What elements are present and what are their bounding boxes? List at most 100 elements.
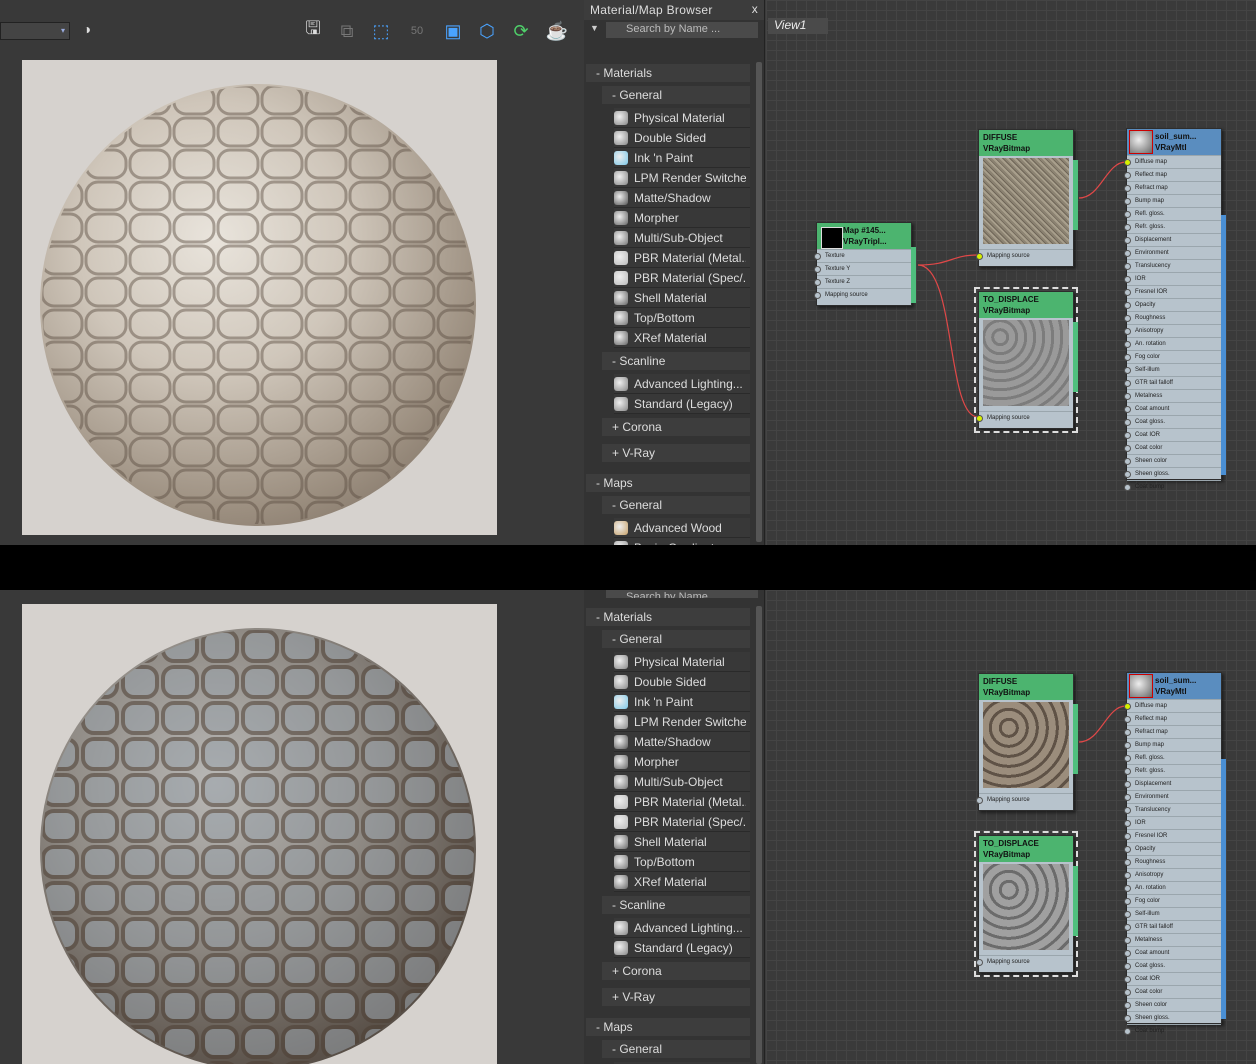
- list-item[interactable]: XRef Material: [614, 328, 750, 348]
- teapot-icon[interactable]: ☕: [544, 18, 570, 44]
- port-dot[interactable]: [1124, 859, 1131, 866]
- port-dot[interactable]: [1124, 1015, 1131, 1022]
- port-dot[interactable]: [1124, 237, 1131, 244]
- port-row[interactable]: Coat IOR: [1124, 428, 1221, 441]
- port-dot[interactable]: [1124, 729, 1131, 736]
- port-row[interactable]: Fog color: [1124, 894, 1221, 907]
- port-row[interactable]: Self-illum: [1124, 363, 1221, 376]
- port-row[interactable]: Translucency: [1124, 803, 1221, 816]
- list-item[interactable]: Advanced Lighting...: [614, 374, 750, 394]
- list-item[interactable]: Ink 'n Paint: [614, 148, 750, 168]
- port-row[interactable]: Sheen gloss.: [1124, 1011, 1221, 1024]
- node-triplanar[interactable]: Map #145... VRayTripl... Texture Texture…: [814, 222, 916, 306]
- save-icon[interactable]: 🖫: [300, 18, 326, 44]
- port-dot[interactable]: [1124, 807, 1131, 814]
- list-item[interactable]: Standard (Legacy): [614, 394, 750, 414]
- port-row[interactable]: Bump map: [1124, 194, 1221, 207]
- port-row[interactable]: GTR tail falloff: [1124, 376, 1221, 389]
- node-vraymtl[interactable]: soil_sum... VRayMtl Diffuse map Reflect m…: [1124, 128, 1226, 491]
- port-mapping-source[interactable]: Mapping source: [976, 411, 1073, 424]
- port-row[interactable]: Environment: [1124, 246, 1221, 259]
- tab-view1[interactable]: View1: [768, 18, 828, 34]
- port-row[interactable]: Fresnel IOR: [1124, 285, 1221, 298]
- port-dot[interactable]: [1124, 315, 1131, 322]
- port-dot[interactable]: [1124, 276, 1131, 283]
- port-row[interactable]: Anisotropy: [1124, 868, 1221, 881]
- port-dot[interactable]: [1124, 185, 1131, 192]
- port-row[interactable]: Fresnel IOR: [1124, 829, 1221, 842]
- category-maps[interactable]: - Maps: [586, 474, 750, 492]
- port-dot[interactable]: [1124, 380, 1131, 387]
- category-vray[interactable]: + V-Ray: [602, 444, 750, 462]
- port-dot[interactable]: [1124, 911, 1131, 918]
- port-row[interactable]: Metalness: [1124, 933, 1221, 946]
- port-dot[interactable]: [1124, 484, 1131, 491]
- port-row[interactable]: Translucency: [1124, 259, 1221, 272]
- port-row[interactable]: Sheen gloss.: [1124, 467, 1221, 480]
- port-mapping-source[interactable]: Mapping source: [814, 288, 911, 301]
- channel-display-icon[interactable]: ◑: [74, 16, 100, 42]
- port-row[interactable]: Environment: [1124, 790, 1221, 803]
- port-dot[interactable]: [1124, 1002, 1131, 1009]
- port-dot[interactable]: [1124, 302, 1131, 309]
- list-item[interactable]: Advanced Lighting...: [614, 918, 750, 938]
- port-row[interactable]: Displacement: [1124, 233, 1221, 246]
- options-triangle-icon[interactable]: ▼: [590, 23, 599, 33]
- port-row[interactable]: Sheen color: [1124, 454, 1221, 467]
- port-row[interactable]: Metalness: [1124, 389, 1221, 402]
- port-dot[interactable]: [1124, 172, 1131, 179]
- port-row[interactable]: Coat color: [1124, 441, 1221, 454]
- list-item[interactable]: Shell Material: [614, 832, 750, 852]
- category-corona[interactable]: + Corona: [602, 962, 750, 980]
- port-dot[interactable]: [1124, 872, 1131, 879]
- list-item[interactable]: Ink 'n Paint: [614, 692, 750, 712]
- slate-view-viewport[interactable]: DIFFUSE VRayBitmap Mapping source TO_DIS…: [766, 590, 1256, 1064]
- port-row[interactable]: Reflect map: [1124, 712, 1221, 725]
- port-row[interactable]: Opacity: [1124, 298, 1221, 311]
- list-item[interactable]: BezierGradient: [614, 538, 750, 545]
- port-row[interactable]: Self-illum: [1124, 907, 1221, 920]
- port-row[interactable]: Refr. gloss.: [1124, 220, 1221, 233]
- port-dot[interactable]: [1124, 976, 1131, 983]
- port-dot[interactable]: [1124, 768, 1131, 775]
- port-dot[interactable]: [1124, 445, 1131, 452]
- list-item[interactable]: Top/Bottom: [614, 308, 750, 328]
- category-scanline[interactable]: - Scanline: [602, 896, 750, 914]
- output-tab[interactable]: [1221, 759, 1226, 1019]
- node-diffuse[interactable]: DIFFUSE VRayBitmap Mapping source: [976, 129, 1078, 267]
- category-materials[interactable]: - Materials: [586, 608, 750, 626]
- port-dot[interactable]: [1124, 406, 1131, 413]
- port-dot[interactable]: [976, 959, 983, 966]
- port-dot[interactable]: [1124, 989, 1131, 996]
- port-dot[interactable]: [1124, 341, 1131, 348]
- port-row[interactable]: Coat amount: [1124, 946, 1221, 959]
- list-item[interactable]: XRef Material: [614, 872, 750, 892]
- port-dot[interactable]: [1124, 703, 1131, 710]
- port-row[interactable]: Bump map: [1124, 738, 1221, 751]
- list-item[interactable]: Morpher: [614, 752, 750, 772]
- port-dot[interactable]: [1124, 224, 1131, 231]
- port-dot[interactable]: [1124, 198, 1131, 205]
- port-row[interactable]: Refl. gloss.: [1124, 751, 1221, 764]
- list-item[interactable]: Advanced Wood: [614, 518, 750, 538]
- select-icon[interactable]: ⬚: [368, 18, 394, 44]
- port-row[interactable]: Coat bump: [1124, 1024, 1221, 1037]
- port-row[interactable]: Refl. gloss.: [1124, 207, 1221, 220]
- port-dot[interactable]: [814, 279, 821, 286]
- output-tab[interactable]: [1221, 215, 1226, 475]
- port-row[interactable]: Diffuse map: [1124, 699, 1221, 712]
- port-dot[interactable]: [1124, 755, 1131, 762]
- node-to-displace[interactable]: TO_DISPLACE VRayBitmap Mapping source: [974, 831, 1078, 977]
- port-dot[interactable]: [1124, 820, 1131, 827]
- port-dot[interactable]: [1124, 846, 1131, 853]
- port-dot[interactable]: [1124, 419, 1131, 426]
- port-dot[interactable]: [1124, 833, 1131, 840]
- frame-icon[interactable]: ▣: [440, 18, 466, 44]
- output-tab[interactable]: [1073, 160, 1078, 230]
- list-item[interactable]: Multi/Sub-Object: [614, 228, 750, 248]
- port-dot[interactable]: [1124, 794, 1131, 801]
- category-maps[interactable]: - Maps: [586, 1018, 750, 1036]
- list-item[interactable]: Multi/Sub-Object: [614, 772, 750, 792]
- list-item[interactable]: LPM Render Switcher: [614, 168, 750, 188]
- list-item[interactable]: Double Sided: [614, 128, 750, 148]
